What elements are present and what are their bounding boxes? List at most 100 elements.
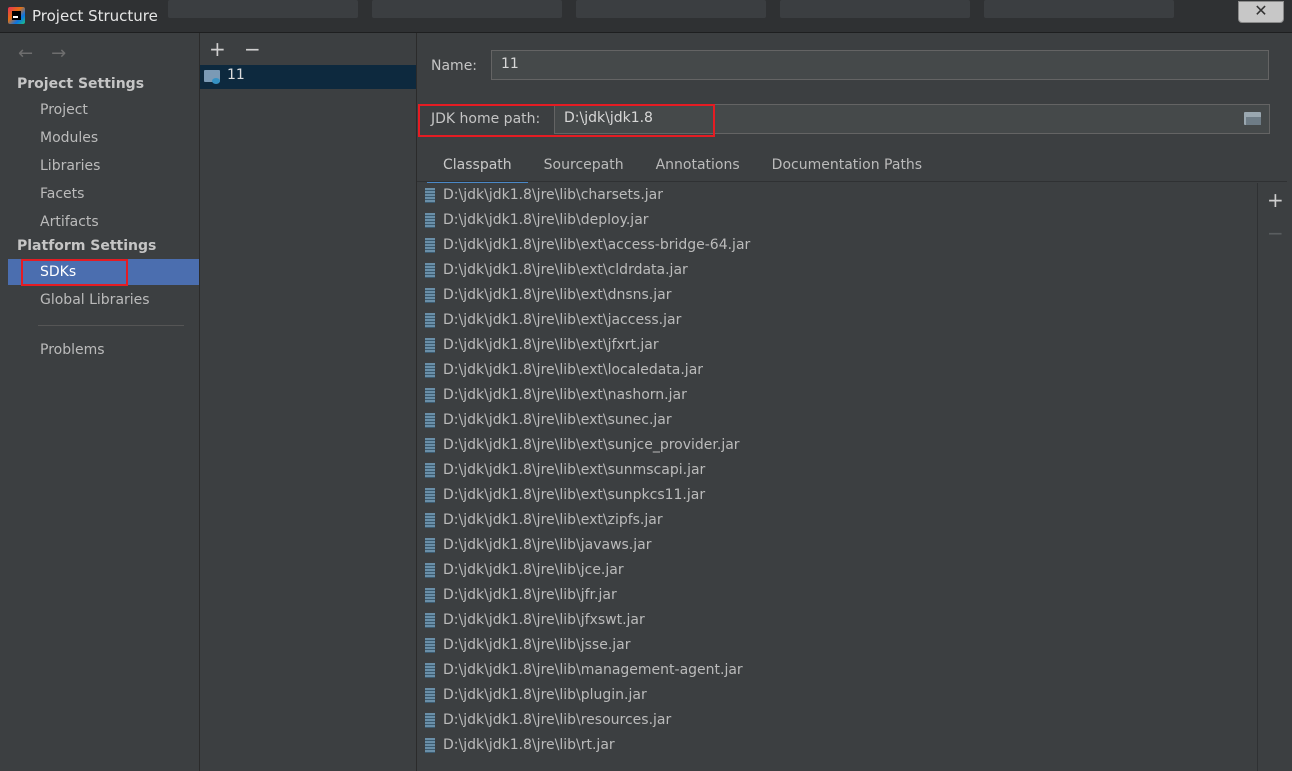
classpath-row[interactable]: D:\jdk\jdk1.8\jre\lib\jsse.jar	[420, 633, 1257, 658]
jar-file-icon	[425, 613, 435, 628]
classpath-entry-label: D:\jdk\jdk1.8\jre\lib\ext\nashorn.jar	[443, 387, 687, 403]
tab-classpath[interactable]: Classpath	[427, 151, 528, 184]
classpath-entry-label: D:\jdk\jdk1.8\jre\lib\ext\cldrdata.jar	[443, 262, 688, 278]
sidebar-item-problems[interactable]: Problems	[8, 337, 199, 363]
add-path-button[interactable]: +	[1267, 188, 1284, 212]
classpath-row[interactable]: D:\jdk\jdk1.8\jre\lib\ext\access-bridge-…	[420, 233, 1257, 258]
classpath-row[interactable]: D:\jdk\jdk1.8\jre\lib\jfxswt.jar	[420, 608, 1257, 633]
sidebar-item-libraries[interactable]: Libraries	[8, 153, 199, 179]
classpath-entry-label: D:\jdk\jdk1.8\jre\lib\jce.jar	[443, 562, 624, 578]
classpath-entry-label: D:\jdk\jdk1.8\jre\lib\plugin.jar	[443, 687, 647, 703]
jar-file-icon	[425, 338, 435, 353]
jar-file-icon	[425, 213, 435, 228]
sidebar-divider	[38, 325, 184, 326]
sidebar-item-global-libraries[interactable]: Global Libraries	[8, 287, 199, 313]
sdks-highlight-box	[21, 259, 128, 286]
forward-arrow-icon[interactable]: →	[51, 43, 66, 64]
classpath-row[interactable]: D:\jdk\jdk1.8\jre\lib\plugin.jar	[420, 683, 1257, 708]
classpath-entry-label: D:\jdk\jdk1.8\jre\lib\resources.jar	[443, 712, 672, 728]
jar-file-icon	[425, 463, 435, 478]
close-button[interactable]: ✕	[1238, 1, 1284, 23]
classpath-entry-label: D:\jdk\jdk1.8\jre\lib\jsse.jar	[443, 637, 631, 653]
platform-settings-header: Platform Settings	[17, 238, 157, 254]
back-arrow-icon[interactable]: ←	[18, 43, 33, 64]
browse-folder-icon[interactable]	[1244, 112, 1261, 125]
jar-file-icon	[425, 663, 435, 678]
jar-file-icon	[425, 313, 435, 328]
jdk-folder-icon	[204, 70, 220, 84]
add-sdk-button[interactable]: +	[209, 37, 226, 61]
jar-file-icon	[425, 188, 435, 203]
jar-file-icon	[425, 263, 435, 278]
classpath-entry-label: D:\jdk\jdk1.8\jre\lib\ext\jaccess.jar	[443, 312, 682, 328]
classpath-row[interactable]: D:\jdk\jdk1.8\jre\lib\deploy.jar	[420, 208, 1257, 233]
jar-file-icon	[425, 438, 435, 453]
sdk-detail-panel: Name: 11 JDK home path: D:\jdk\jdk1.8 Cl…	[417, 33, 1287, 771]
background-editor-tabs	[168, 0, 1228, 20]
tab-annotations[interactable]: Annotations	[640, 151, 756, 181]
sdk-item-label: 11	[227, 67, 245, 83]
jar-file-icon	[425, 563, 435, 578]
jar-file-icon	[425, 738, 435, 753]
background-tab	[168, 0, 358, 18]
remove-path-button[interactable]: −	[1267, 221, 1284, 245]
intellij-logo-icon	[8, 7, 25, 24]
jar-file-icon	[425, 638, 435, 653]
sidebar-item-modules[interactable]: Modules	[8, 125, 199, 151]
classpath-row[interactable]: D:\jdk\jdk1.8\jre\lib\jfr.jar	[420, 583, 1257, 608]
jar-file-icon	[425, 588, 435, 603]
classpath-row[interactable]: D:\jdk\jdk1.8\jre\lib\resources.jar	[420, 708, 1257, 733]
jar-file-icon	[425, 413, 435, 428]
sdk-list-item[interactable]: 11	[200, 65, 416, 89]
background-tab	[984, 0, 1174, 18]
classpath-row[interactable]: D:\jdk\jdk1.8\jre\lib\ext\zipfs.jar	[420, 508, 1257, 533]
classpath-row[interactable]: D:\jdk\jdk1.8\jre\lib\ext\sunmscapi.jar	[420, 458, 1257, 483]
classpath-row[interactable]: D:\jdk\jdk1.8\jre\lib\javaws.jar	[420, 533, 1257, 558]
background-tab	[576, 0, 766, 18]
settings-sidebar: ← → Project Settings Project Modules Lib…	[8, 33, 200, 771]
classpath-entry-label: D:\jdk\jdk1.8\jre\lib\charsets.jar	[443, 187, 664, 203]
classpath-row[interactable]: D:\jdk\jdk1.8\jre\lib\jce.jar	[420, 558, 1257, 583]
jar-file-icon	[425, 513, 435, 528]
classpath-row[interactable]: D:\jdk\jdk1.8\jre\lib\ext\localedata.jar	[420, 358, 1257, 383]
jar-file-icon	[425, 538, 435, 553]
classpath-row[interactable]: D:\jdk\jdk1.8\jre\lib\ext\sunjce_provide…	[420, 433, 1257, 458]
classpath-row[interactable]: D:\jdk\jdk1.8\jre\lib\ext\jaccess.jar	[420, 308, 1257, 333]
classpath-entry-label: D:\jdk\jdk1.8\jre\lib\ext\sunjce_provide…	[443, 437, 740, 453]
sidebar-item-project[interactable]: Project	[8, 97, 199, 123]
title-bar: Project Structure ✕	[0, 0, 1292, 33]
classpath-row[interactable]: D:\jdk\jdk1.8\jre\lib\ext\sunpkcs11.jar	[420, 483, 1257, 508]
path-tabs: Classpath Sourcepath Annotations Documen…	[427, 151, 938, 184]
classpath-row[interactable]: D:\jdk\jdk1.8\jre\lib\rt.jar	[420, 733, 1257, 758]
classpath-row[interactable]: D:\jdk\jdk1.8\jre\lib\ext\nashorn.jar	[420, 383, 1257, 408]
classpath-row[interactable]: D:\jdk\jdk1.8\jre\lib\charsets.jar	[420, 183, 1257, 208]
jar-file-icon	[425, 288, 435, 303]
classpath-entry-label: D:\jdk\jdk1.8\jre\lib\deploy.jar	[443, 212, 649, 228]
jar-file-icon	[425, 713, 435, 728]
classpath-entry-label: D:\jdk\jdk1.8\jre\lib\ext\access-bridge-…	[443, 237, 751, 253]
classpath-row[interactable]: D:\jdk\jdk1.8\jre\lib\ext\cldrdata.jar	[420, 258, 1257, 283]
project-settings-header: Project Settings	[17, 76, 145, 92]
classpath-entry-label: D:\jdk\jdk1.8\jre\lib\ext\localedata.jar	[443, 362, 704, 378]
classpath-row[interactable]: D:\jdk\jdk1.8\jre\lib\ext\jfxrt.jar	[420, 333, 1257, 358]
classpath-entry-label: D:\jdk\jdk1.8\jre\lib\rt.jar	[443, 737, 615, 753]
sidebar-item-facets[interactable]: Facets	[8, 181, 199, 207]
name-label: Name:	[431, 58, 478, 74]
classpath-row[interactable]: D:\jdk\jdk1.8\jre\lib\management-agent.j…	[420, 658, 1257, 683]
sidebar-item-artifacts[interactable]: Artifacts	[8, 209, 199, 235]
name-field[interactable]: 11	[491, 50, 1269, 80]
tab-documentation-paths[interactable]: Documentation Paths	[756, 151, 938, 181]
classpath-list: D:\jdk\jdk1.8\jre\lib\charsets.jar D:\jdk…	[420, 183, 1258, 771]
classpath-entry-label: D:\jdk\jdk1.8\jre\lib\ext\sunmscapi.jar	[443, 462, 706, 478]
background-tab	[372, 0, 562, 18]
tab-sourcepath[interactable]: Sourcepath	[528, 151, 640, 181]
classpath-entry-label: D:\jdk\jdk1.8\jre\lib\management-agent.j…	[443, 662, 743, 678]
sdk-list-panel: + − 11	[200, 33, 417, 771]
classpath-entry-label: D:\jdk\jdk1.8\jre\lib\javaws.jar	[443, 537, 652, 553]
remove-sdk-button[interactable]: −	[244, 37, 261, 61]
jar-file-icon	[425, 238, 435, 253]
classpath-row[interactable]: D:\jdk\jdk1.8\jre\lib\ext\sunec.jar	[420, 408, 1257, 433]
classpath-row[interactable]: D:\jdk\jdk1.8\jre\lib\ext\dnsns.jar	[420, 283, 1257, 308]
background-tab	[780, 0, 970, 18]
window-title: Project Structure	[32, 7, 158, 25]
